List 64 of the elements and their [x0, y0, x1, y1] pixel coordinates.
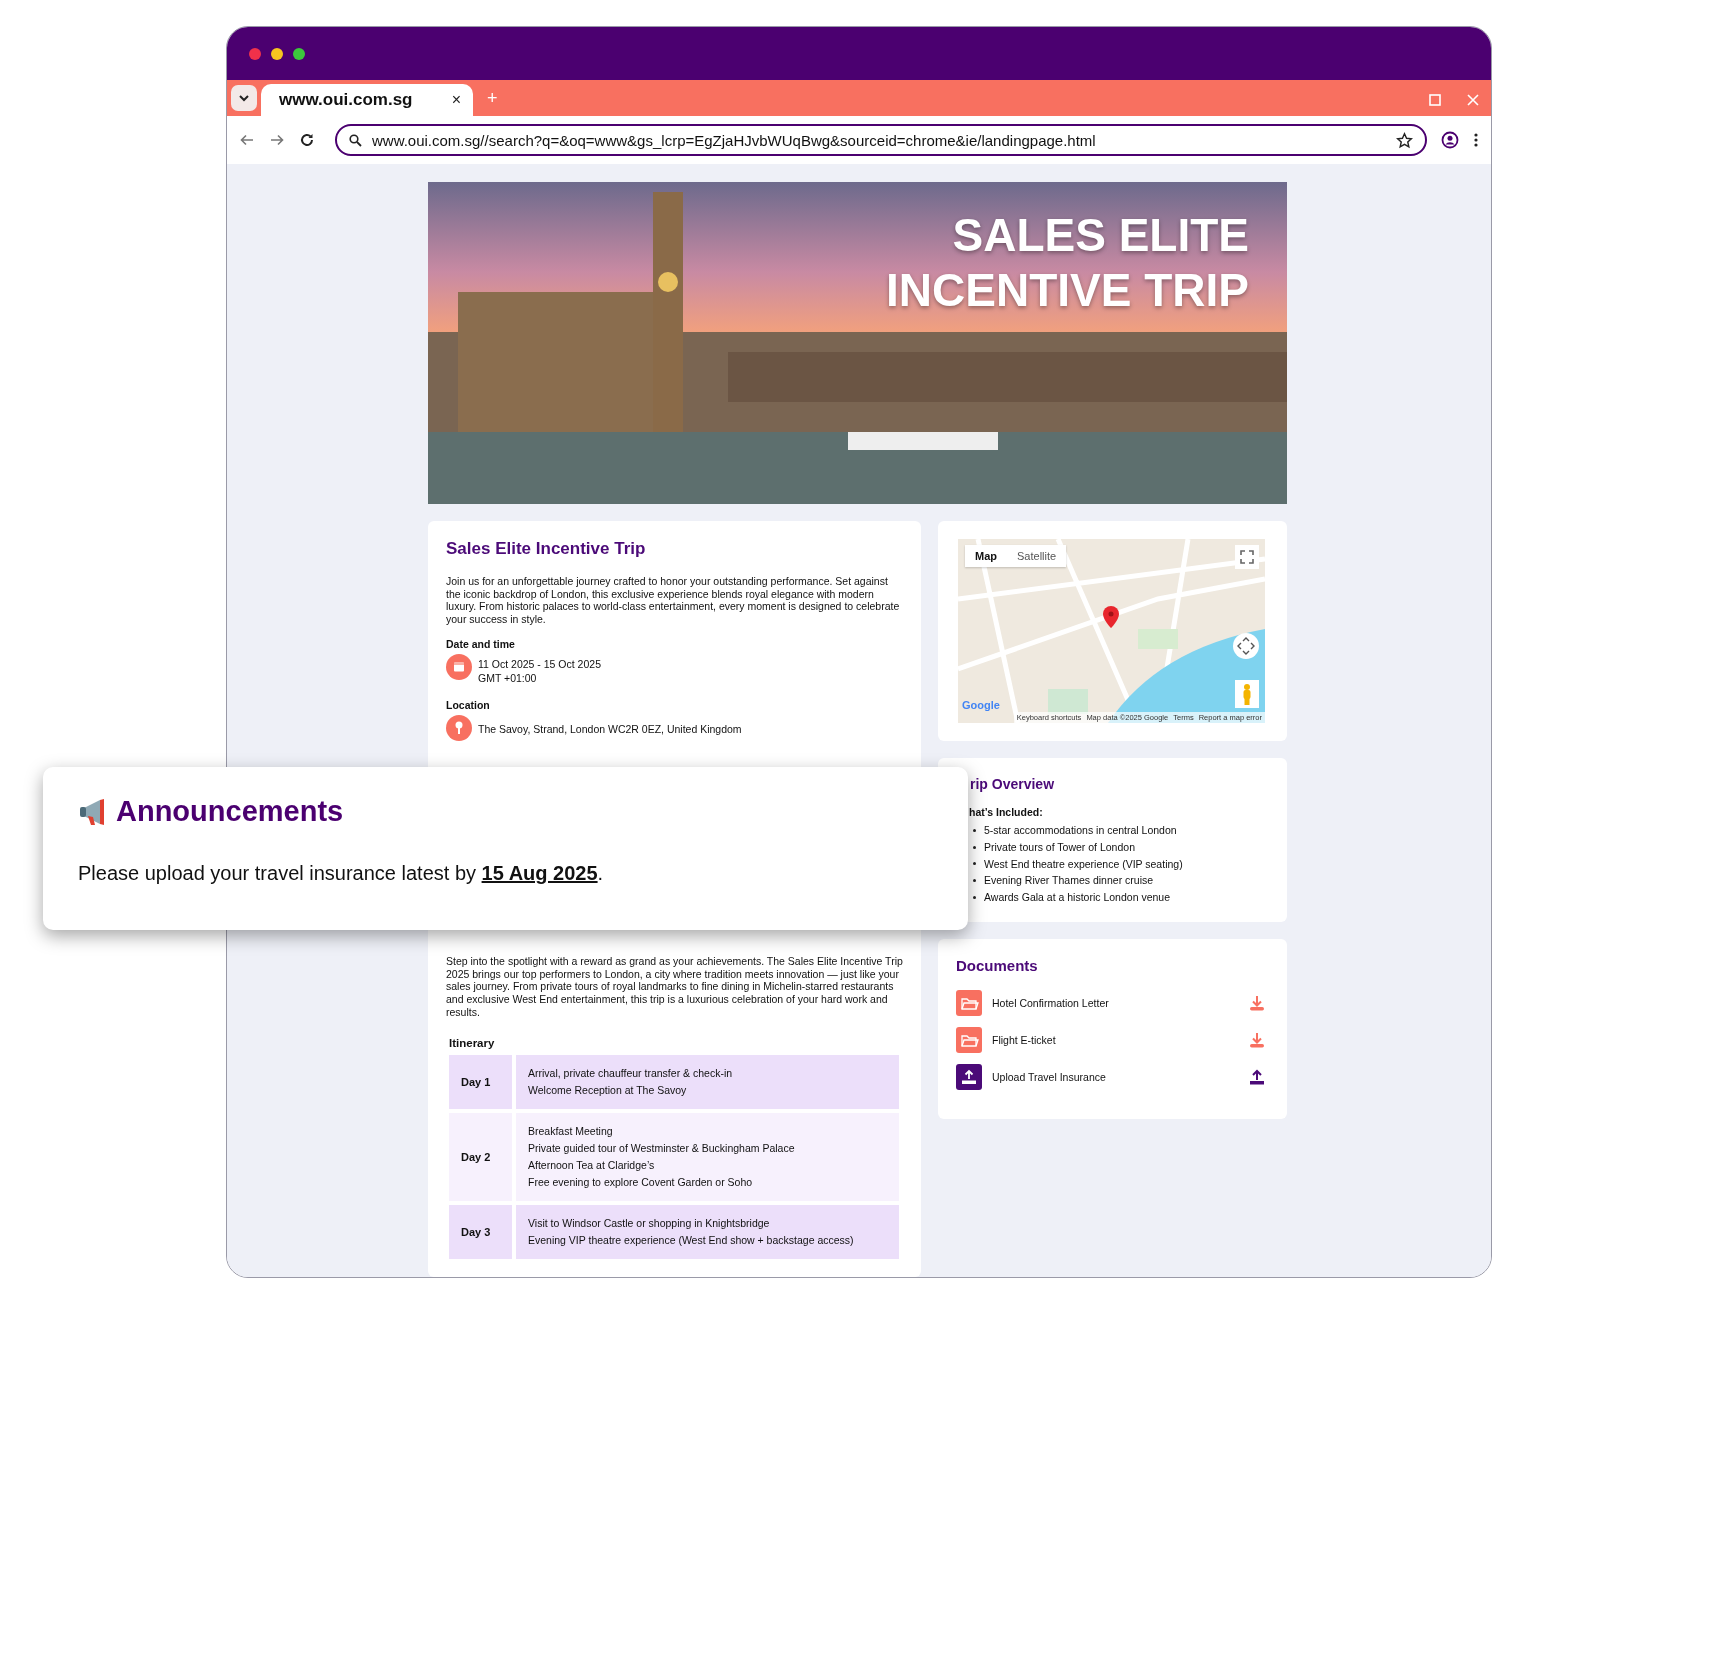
included-item: Private tours of Tower of London	[984, 839, 1135, 855]
included-item: 5-star accommodations in central London	[984, 823, 1177, 838]
day-cell: Day 3	[449, 1204, 512, 1259]
included-item: West End theatre experience (VIP seating)	[984, 856, 1183, 872]
forward-arrow-icon[interactable]	[269, 132, 285, 148]
document-name[interactable]: Upload Travel Insurance	[992, 1071, 1238, 1083]
day-cell: Day 1	[449, 1054, 512, 1109]
calendar-icon	[446, 653, 472, 680]
address-bar[interactable]: www.oui.com.sg//search?q=&oq=www&gs_lcrp=EgZjaHJvbWUqBwg&sourceid=chrome&ie/landingpage.html	[335, 124, 1427, 156]
included-item: Evening River Thames dinner cruise	[984, 873, 1154, 889]
maximize-icon[interactable]	[1429, 94, 1441, 106]
bullet-icon	[973, 862, 976, 866]
rewards-description: Step into the spotlight with a reward as grand as your achievements. The Sales Elite Incentive Trip 2025 brings our top performers to London, a city where tradition meets innovation — just like your sales journey. From private tours of royal landmarks to fine dining in Michelin-starred restaurants and exclusive West End entertainment, this trip is a luxurious celebration of your hard work and results.	[446, 955, 903, 1019]
star-icon[interactable]	[1396, 131, 1413, 149]
location-text: The Savoy, Strand, London WC2R 0EZ, United Kingdom	[478, 721, 742, 736]
announcement-message: Please upload your travel insurance latest by 15 Aug 2025.	[78, 862, 605, 885]
event-title: Sales Elite Incentive Trip	[446, 539, 647, 559]
bullet-icon	[973, 845, 976, 849]
browser-tab[interactable]: www.oui.com.sg ×	[261, 84, 473, 116]
search-icon	[349, 133, 362, 147]
download-icon[interactable]	[1248, 1031, 1266, 1049]
tab-list-button[interactable]	[231, 85, 257, 111]
map-type-tab[interactable]: Map	[965, 545, 1007, 567]
document-name[interactable]: Hotel Confirmation Letter	[992, 997, 1238, 1009]
day-cell: Day 2	[449, 1112, 512, 1201]
tab-close-button[interactable]: ×	[451, 91, 461, 109]
maximize-window-dot[interactable]	[293, 47, 305, 60]
itinerary-label: Itinerary	[449, 1036, 496, 1049]
reload-icon[interactable]	[299, 132, 315, 148]
location-label: Location	[446, 698, 491, 711]
pin-icon	[446, 714, 472, 741]
map-pin-icon	[1103, 606, 1119, 628]
folder-icon	[956, 990, 982, 1016]
documents-title: Documents	[956, 957, 1039, 974]
date-text: 11 Oct 2025 - 15 Oct 2025 GMT +01:00	[478, 656, 601, 685]
date-label: Date and time	[446, 637, 516, 650]
pan-control-icon[interactable]	[1233, 633, 1259, 659]
close-window-dot[interactable]	[249, 47, 261, 60]
document-name[interactable]: Flight E-ticket	[992, 1034, 1238, 1046]
bullet-icon	[973, 896, 976, 900]
upload-icon	[956, 1064, 982, 1090]
bullet-icon	[973, 828, 976, 832]
banner-title: INCENTIVE TRIP	[886, 263, 1249, 319]
day-activities: Visit to Windsor Castle or shopping in Knightsbridge Evening VIP theatre experience (West End show + backstage access)	[516, 1204, 899, 1259]
folder-icon	[956, 1027, 982, 1053]
bullet-icon	[973, 879, 976, 883]
banner-title: SALES ELITE	[952, 208, 1249, 263]
upload-icon[interactable]	[1248, 1068, 1266, 1086]
day-activities: Arrival, private chauffeur transfer & check-in Welcome Reception at The Savoy	[516, 1054, 899, 1109]
minimize-window-dot[interactable]	[271, 47, 283, 60]
map-type-tab[interactable]: Satellite	[1007, 545, 1067, 567]
profile-icon[interactable]	[1441, 131, 1459, 149]
menu-icon[interactable]	[1473, 132, 1479, 148]
caret-icon	[238, 94, 250, 102]
day-activities: Breakfast Meeting Private guided tour of Westminster & Buckingham Palace Afternoon Tea at Claridge’s Free evening to explore Covent Garden or Soho	[516, 1112, 899, 1201]
download-icon[interactable]	[1248, 994, 1266, 1012]
overview-title: rip Overview	[970, 776, 1056, 792]
close-icon[interactable]	[1467, 94, 1479, 106]
included-item: Awards Gala at a historic London venue	[984, 890, 1170, 906]
back-arrow-icon[interactable]	[239, 132, 255, 148]
included-label: hat’s Included:	[969, 806, 1044, 818]
event-description: Join us for an unforgettable journey crafted to honor your outstanding performance. Set against the iconic backdrop of London, this exclusive experience blends royal elegance with modern luxury. From historic palaces to world-class entertainment, every moment is designed to celebrate your success in style.	[446, 575, 901, 626]
map-logo: Google	[962, 699, 1000, 711]
announcement-title: Announcements	[116, 795, 344, 828]
